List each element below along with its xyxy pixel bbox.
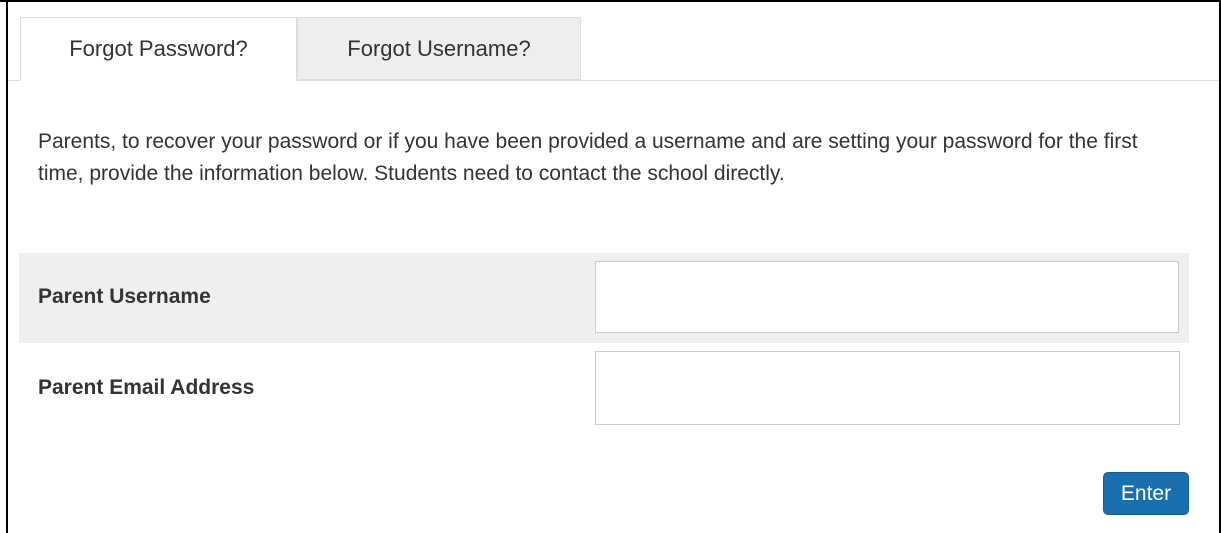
instructions-text: Parents, to recover your password or if …: [38, 130, 1138, 185]
parent-email-row: Parent Email Address: [19, 343, 1189, 433]
tab-bar: Forgot Password? Forgot Username?: [8, 0, 1219, 82]
parent-username-label: Parent Username: [38, 285, 211, 308]
tab-forgot-username[interactable]: Forgot Username?: [297, 17, 581, 80]
enter-button[interactable]: Enter: [1103, 472, 1189, 515]
tab-forgot-password[interactable]: Forgot Password?: [20, 17, 297, 81]
parent-email-label: Parent Email Address: [38, 376, 255, 399]
parent-username-row: Parent Username: [19, 253, 1189, 343]
parent-username-input[interactable]: [595, 261, 1179, 333]
parent-email-input[interactable]: [595, 351, 1180, 425]
